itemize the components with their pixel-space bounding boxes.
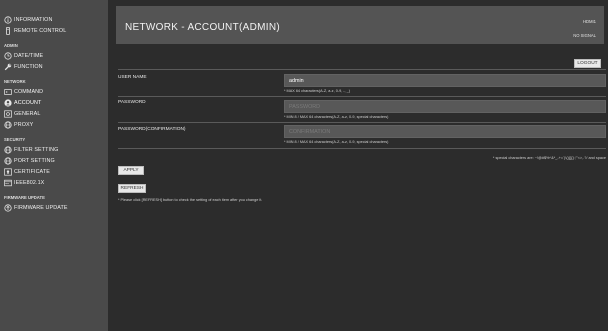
sidebar-item-remote-control[interactable]: REMOTE CONTROL	[0, 25, 108, 36]
app-root: INFORMATION REMOTE CONTROL ADMIN DATE/TI…	[0, 0, 608, 331]
globe-icon	[4, 120, 12, 129]
sidebar-item-label: PROXY	[14, 121, 34, 128]
section-title-firmware: FIRMWARE UPDATE	[4, 195, 45, 200]
password-field[interactable]: PASSWORD	[284, 100, 606, 113]
refresh-button[interactable]: REFRESH	[118, 184, 146, 193]
sidebar-item-label: INFORMATION	[14, 16, 53, 23]
globe-icon	[4, 145, 12, 154]
clock-icon	[4, 51, 12, 60]
sidebar-item-label: COMMAND	[14, 88, 44, 95]
sidebar-item-label: FIRMWARE UPDATE	[14, 204, 68, 211]
page-header: NETWORK - ACCOUNT(ADMIN) HDMI1 NO SIGNAL	[116, 6, 604, 44]
sidebar-item-label: ACCOUNT	[14, 99, 42, 106]
username-field[interactable]: admin	[284, 74, 606, 87]
sidebar-item-port-setting[interactable]: PORT SETTING	[0, 155, 108, 166]
sidebar-item-label: DATE/TIME	[14, 52, 44, 59]
sidebar-item-label: FUNCTION	[14, 63, 43, 70]
sidebar-item-label: CERTIFICATE	[14, 168, 50, 175]
confirm-password-label: PASSWORD(CONFIRMATION)	[118, 127, 186, 132]
divider	[118, 69, 606, 70]
confirm-password-hint: * MIN 8 / MAX 64 characters(A-Z, a-z, 0-…	[284, 140, 389, 144]
apply-button[interactable]: APPLY	[118, 166, 144, 175]
confirm-password-field[interactable]: CONFIRMATION	[284, 125, 606, 138]
remote-icon	[4, 26, 12, 35]
divider	[118, 122, 606, 123]
sidebar-item-information[interactable]: INFORMATION	[0, 14, 108, 25]
gear-icon	[4, 109, 12, 118]
sidebar-item-date-time[interactable]: DATE/TIME	[0, 50, 108, 61]
sidebar-item-firmware-update[interactable]: FIRMWARE UPDATE	[0, 202, 108, 213]
sidebar-item-certificate[interactable]: CERTIFICATE	[0, 166, 108, 177]
divider	[118, 148, 606, 149]
special-characters-note: * special characters are: ~!@#$%^&*_-+=`…	[492, 156, 606, 160]
certificate-icon	[4, 167, 12, 176]
sidebar-item-label: PORT SETTING	[14, 157, 55, 164]
network-icon	[4, 179, 12, 187]
sidebar-item-account[interactable]: ACCOUNT	[0, 97, 108, 108]
page-title: NETWORK - ACCOUNT(ADMIN)	[125, 22, 280, 33]
sidebar-item-proxy[interactable]: PROXY	[0, 119, 108, 130]
section-title-security: SECURITY	[4, 137, 26, 142]
globe-icon	[4, 156, 12, 165]
password-hint: * MIN 8 / MAX 64 characters(A-Z, a-z, 0-…	[284, 115, 389, 119]
section-title-admin: ADMIN	[4, 43, 18, 48]
sidebar-item-label: REMOTE CONTROL	[14, 27, 67, 34]
username-hint: * MAX 64 characters(A-Z, a-z, 0-9, -, _)	[284, 89, 351, 93]
info-icon	[4, 15, 12, 24]
sidebar-item-label: FILTER SETTING	[14, 146, 59, 153]
sidebar-item-ieee8021x[interactable]: IEEE802.1X	[0, 177, 108, 188]
sidebar-item-label: IEEE802.1X	[14, 179, 45, 186]
logout-button[interactable]: LOGOUT	[574, 59, 601, 68]
sidebar-item-function[interactable]: FUNCTION	[0, 61, 108, 72]
input-source-label: HDMI1	[582, 19, 596, 24]
main-panel: NETWORK - ACCOUNT(ADMIN) HDMI1 NO SIGNAL…	[108, 0, 608, 331]
sidebar-item-label: GENERAL	[14, 110, 41, 117]
signal-status-label: NO SIGNAL	[573, 33, 596, 38]
sidebar-item-general[interactable]: GENERAL	[0, 108, 108, 119]
upload-icon	[4, 203, 12, 212]
sidebar-item-filter-setting[interactable]: FILTER SETTING	[0, 144, 108, 155]
sidebar-item-command[interactable]: COMMAND	[0, 86, 108, 97]
divider	[118, 96, 606, 97]
sidebar: INFORMATION REMOTE CONTROL ADMIN DATE/TI…	[0, 0, 108, 331]
command-icon	[4, 88, 12, 96]
refresh-note: * Please click [REFRESH] button to check…	[118, 198, 263, 202]
user-icon	[4, 98, 12, 107]
wrench-icon	[4, 63, 12, 71]
username-label: USER NAME	[118, 75, 147, 80]
password-label: PASSWORD	[118, 100, 146, 105]
section-title-network: NETWORK	[4, 79, 26, 84]
